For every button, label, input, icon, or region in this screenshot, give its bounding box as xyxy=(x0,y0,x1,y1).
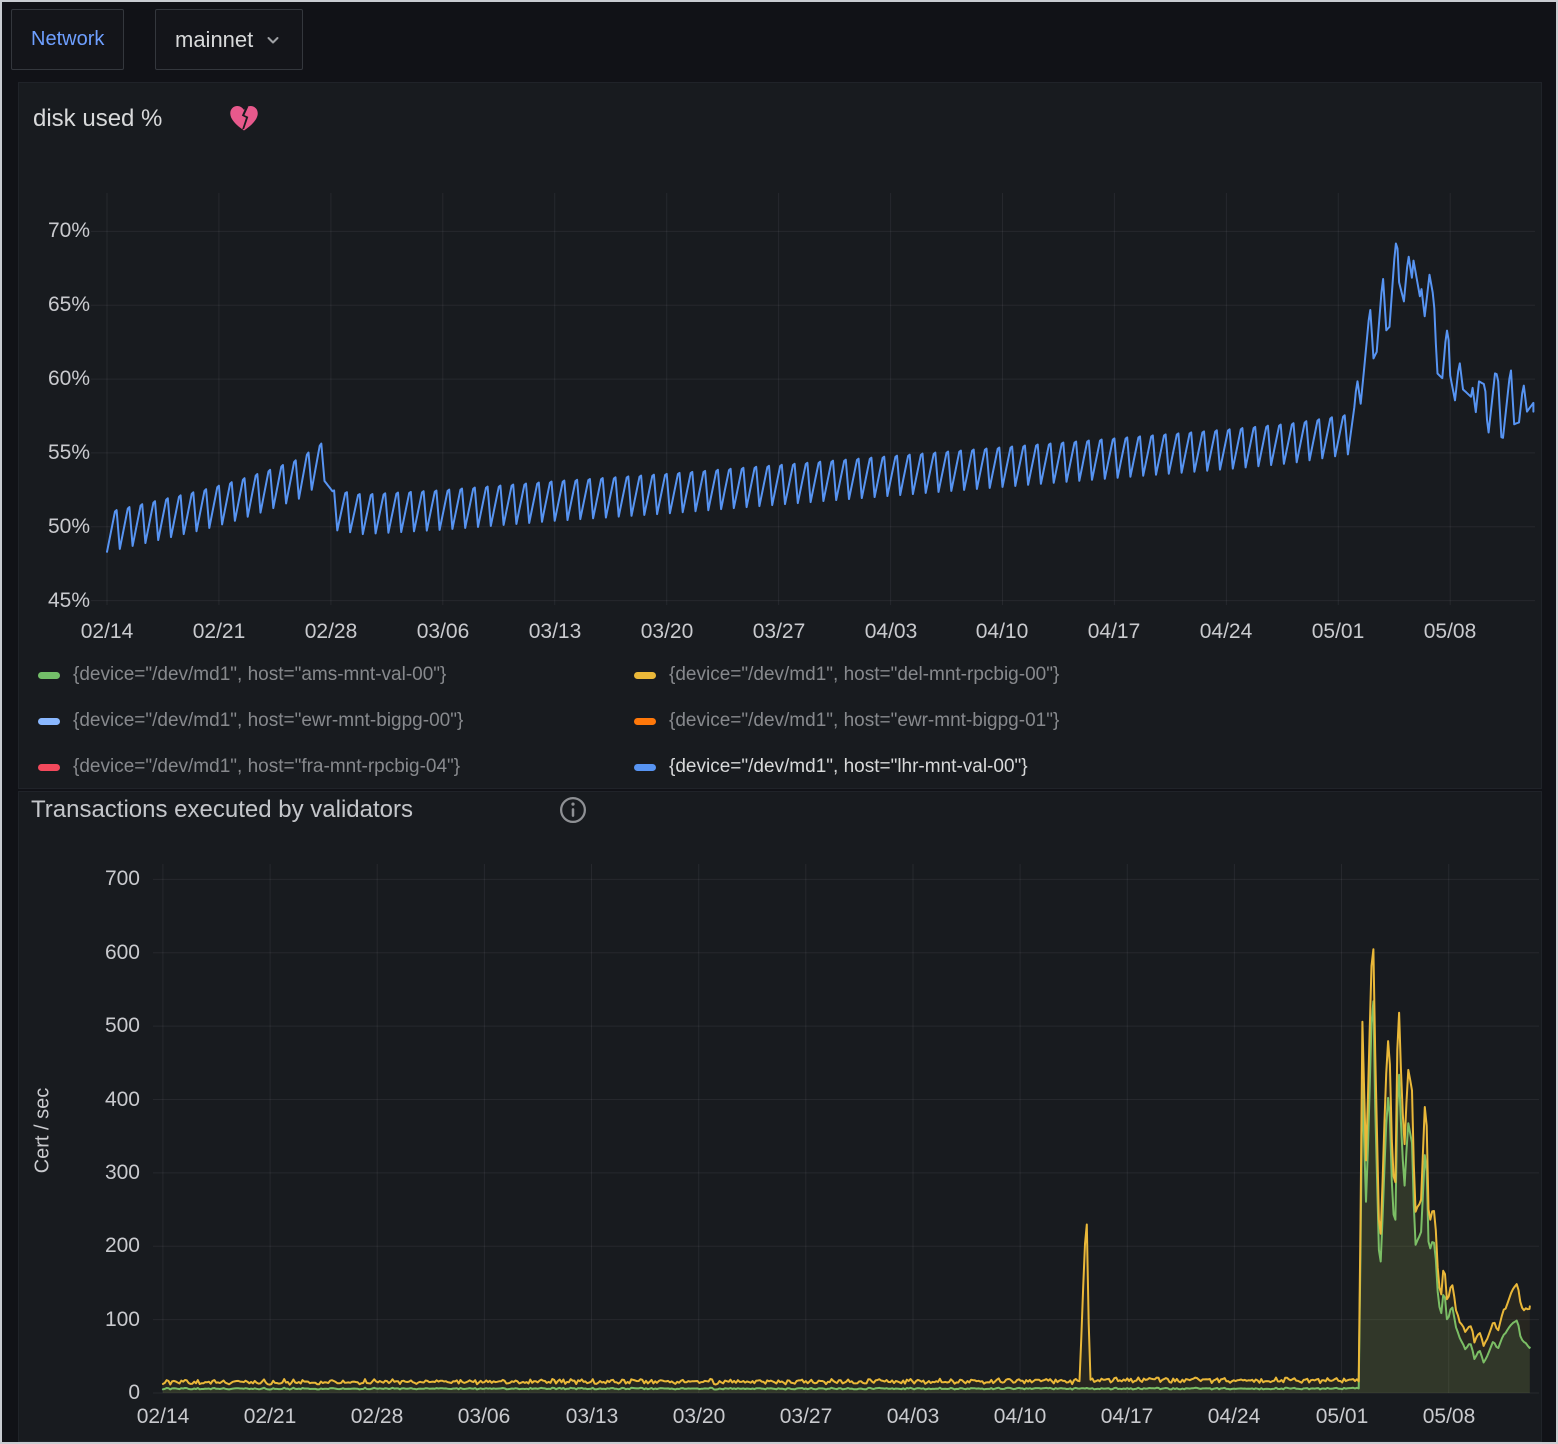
chevron-down-icon xyxy=(263,30,283,50)
x-tick-label: 05/01 xyxy=(1297,1405,1387,1429)
x-tick-label: 03/06 xyxy=(439,1405,529,1429)
legend-item[interactable]: {device="/dev/md1", host="del-mnt-rpcbig… xyxy=(634,664,1059,686)
x-tick-label: 03/20 xyxy=(654,1405,744,1429)
x-tick-label: 02/21 xyxy=(174,620,264,644)
x-tick-label: 05/08 xyxy=(1405,620,1495,644)
network-variable-label: Network xyxy=(11,9,124,70)
x-tick-label: 04/10 xyxy=(957,620,1047,644)
x-tick-label: 02/14 xyxy=(62,620,152,644)
legend-item[interactable]: {device="/dev/md1", host="ewr-mnt-bigpg-… xyxy=(38,710,463,732)
y-tick-label: 300 xyxy=(44,1161,140,1185)
x-tick-label: 02/14 xyxy=(118,1405,208,1429)
legend-item[interactable]: {device="/dev/md1", host="ewr-mnt-bigpg-… xyxy=(634,710,1059,732)
x-tick-label: 04/03 xyxy=(868,1405,958,1429)
x-tick-label: 03/27 xyxy=(761,1405,851,1429)
y-tick-label: 0 xyxy=(44,1381,140,1405)
legend-label: {device="/dev/md1", host="del-mnt-rpcbig… xyxy=(669,664,1059,686)
broken-heart-icon xyxy=(228,102,260,134)
x-tick-label: 02/21 xyxy=(225,1405,315,1429)
legend-label: {device="/dev/md1", host="lhr-mnt-val-00… xyxy=(669,756,1028,778)
series-color-swatch xyxy=(634,764,656,771)
x-tick-label: 04/17 xyxy=(1069,620,1159,644)
y-tick-label: 50% xyxy=(34,515,90,539)
y-tick-label: 200 xyxy=(44,1234,140,1258)
network-variable-select[interactable]: mainnet xyxy=(155,9,303,70)
x-tick-label: 04/24 xyxy=(1189,1405,1279,1429)
series-color-swatch xyxy=(38,764,60,771)
y-axis-title: Cert / sec xyxy=(32,1051,55,1211)
dashboard-frame: Network mainnet disk used % {device="/de… xyxy=(0,0,1558,1444)
transactions-chart[interactable] xyxy=(153,864,1539,1393)
x-tick-label: 04/10 xyxy=(975,1405,1065,1429)
series-color-swatch xyxy=(634,672,656,679)
info-icon[interactable] xyxy=(558,795,588,825)
panel-disk-used: disk used % {device="/dev/md1", host="am… xyxy=(18,82,1542,789)
x-tick-label: 03/13 xyxy=(547,1405,637,1429)
x-tick-label: 05/01 xyxy=(1293,620,1383,644)
x-tick-label: 04/17 xyxy=(1082,1405,1172,1429)
series-color-swatch xyxy=(38,672,60,679)
legend-label: {device="/dev/md1", host="fra-mnt-rpcbig… xyxy=(73,756,460,778)
legend-item[interactable]: {device="/dev/md1", host="ams-mnt-val-00… xyxy=(38,664,446,686)
y-tick-label: 70% xyxy=(34,219,90,243)
y-tick-label: 500 xyxy=(44,1014,140,1038)
y-tick-label: 65% xyxy=(34,293,90,317)
x-tick-label: 02/28 xyxy=(286,620,376,644)
disk-panel-title[interactable]: disk used % xyxy=(33,105,162,133)
network-value-text: mainnet xyxy=(175,27,253,53)
y-tick-label: 400 xyxy=(44,1088,140,1112)
legend-item[interactable]: {device="/dev/md1", host="fra-mnt-rpcbig… xyxy=(38,756,460,778)
y-tick-label: 600 xyxy=(44,941,140,965)
disk-used-chart[interactable] xyxy=(91,193,1535,605)
legend-label: {device="/dev/md1", host="ewr-mnt-bigpg-… xyxy=(669,710,1059,732)
y-tick-label: 700 xyxy=(44,867,140,891)
x-tick-label: 03/20 xyxy=(622,620,712,644)
x-tick-label: 03/13 xyxy=(510,620,600,644)
panel-transactions: Transactions executed by validators Cert… xyxy=(18,791,1542,1442)
y-tick-label: 100 xyxy=(44,1308,140,1332)
x-tick-label: 05/08 xyxy=(1404,1405,1494,1429)
y-tick-label: 45% xyxy=(34,589,90,613)
x-tick-label: 04/03 xyxy=(846,620,936,644)
y-tick-label: 55% xyxy=(34,441,90,465)
transactions-panel-title[interactable]: Transactions executed by validators xyxy=(31,796,413,824)
legend-label: {device="/dev/md1", host="ewr-mnt-bigpg-… xyxy=(73,710,463,732)
legend-item[interactable]: {device="/dev/md1", host="lhr-mnt-val-00… xyxy=(634,756,1028,778)
x-tick-label: 03/27 xyxy=(734,620,824,644)
x-tick-label: 02/28 xyxy=(332,1405,422,1429)
y-tick-label: 60% xyxy=(34,367,90,391)
x-tick-label: 03/06 xyxy=(398,620,488,644)
series-color-swatch xyxy=(38,718,60,725)
series-color-swatch xyxy=(634,718,656,725)
legend-label: {device="/dev/md1", host="ams-mnt-val-00… xyxy=(73,664,446,686)
x-tick-label: 04/24 xyxy=(1181,620,1271,644)
network-label-text: Network xyxy=(31,28,104,51)
